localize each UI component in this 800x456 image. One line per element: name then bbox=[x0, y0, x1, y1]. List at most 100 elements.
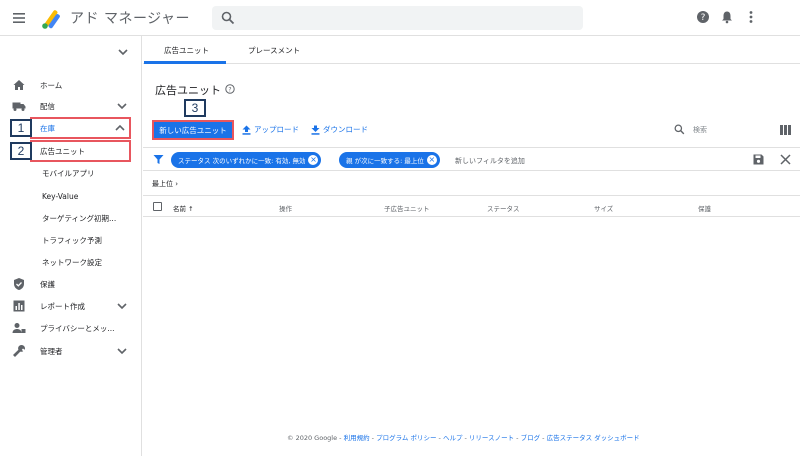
sidebar-item-label: ホーム bbox=[40, 80, 63, 90]
column-header-label: 名前 bbox=[173, 205, 186, 213]
chevron-down-icon bbox=[117, 303, 127, 310]
sidebar-item-inventory[interactable]: 在庫 bbox=[30, 117, 131, 139]
sidebar-item-protections[interactable]: 保護 bbox=[0, 273, 141, 295]
column-header-sizes[interactable]: サイズ bbox=[594, 203, 613, 213]
upload-button[interactable]: アップロード bbox=[242, 124, 299, 135]
sidebar-item-label: レポート作成 bbox=[40, 301, 85, 311]
sidebar-item-label: トラフィック予測 bbox=[42, 235, 102, 245]
sidebar-item-label: Key-Value bbox=[42, 191, 79, 201]
top-bar: アド マネージャー ? bbox=[0, 0, 800, 36]
sidebar-item-label: モバイルアプリ bbox=[42, 168, 95, 178]
sidebar-item-key-value[interactable]: Key-Value bbox=[0, 185, 141, 207]
breadcrumb-item[interactable]: 最上位 bbox=[152, 180, 173, 188]
new-ad-unit-label: 新しい広告ユニット bbox=[159, 125, 227, 135]
table-search-input[interactable]: 検索 bbox=[674, 124, 707, 135]
new-ad-unit-button[interactable]: 新しい広告ユニット bbox=[152, 120, 234, 140]
upload-label: アップロード bbox=[254, 125, 299, 134]
sidebar-item-label: 在庫 bbox=[40, 123, 55, 133]
sidebar-item-label: 保護 bbox=[40, 279, 55, 289]
sidebar-item-mobile-apps[interactable]: モバイルアプリ bbox=[0, 162, 141, 184]
filter-chip-label: 親 が次に一致する: 最上位 bbox=[346, 157, 424, 165]
step-badge-1: 1 bbox=[10, 119, 32, 137]
save-icon[interactable] bbox=[753, 154, 764, 165]
download-icon bbox=[311, 125, 320, 135]
sidebar-item-label: 管理者 bbox=[40, 346, 63, 356]
footer-link-policies[interactable]: プログラム ポリシー bbox=[376, 434, 436, 442]
sidebar-item-ad-units[interactable]: 広告ユニット bbox=[30, 140, 131, 162]
sidebar-item-label: プライバシーとメッ... bbox=[40, 323, 115, 333]
home-icon bbox=[13, 80, 25, 90]
sidebar-item-delivery[interactable]: 配信 bbox=[0, 95, 141, 117]
footer-link-blog[interactable]: ブログ bbox=[521, 434, 541, 442]
tab-ad-units[interactable]: 広告ユニット bbox=[164, 45, 209, 56]
wrench-icon bbox=[13, 345, 25, 357]
filter-icon[interactable] bbox=[153, 154, 164, 165]
breadcrumb-separator: › bbox=[175, 180, 179, 188]
table-header: 名前 ↑ 操作 子広告ユニット ステータス サイズ 保護 bbox=[143, 195, 800, 217]
footer-link-help[interactable]: ヘルプ bbox=[443, 434, 463, 442]
help-outline-icon[interactable]: ? bbox=[225, 84, 235, 94]
filter-chip-label: ステータス 次のいずれかに一致: 有効, 無効 bbox=[178, 157, 306, 165]
column-header-child-units[interactable]: 子広告ユニット bbox=[384, 203, 430, 213]
tab-bar: 広告ユニット プレースメント bbox=[143, 36, 800, 64]
svg-text:?: ? bbox=[228, 86, 231, 93]
step-badge-3: 3 bbox=[184, 99, 206, 117]
app-title: アド マネージャー bbox=[70, 11, 190, 27]
active-tab-indicator bbox=[144, 61, 226, 64]
column-header-name[interactable]: 名前 ↑ bbox=[173, 203, 194, 213]
search-icon bbox=[674, 124, 685, 135]
notifications-icon[interactable] bbox=[720, 10, 734, 24]
footer: © 2020 Google - 利用規約 - プログラム ポリシー - ヘルプ … bbox=[287, 434, 640, 442]
column-header-protections[interactable]: 保護 bbox=[698, 203, 711, 213]
sidebar-item-label: ターゲティング初期... bbox=[42, 213, 117, 223]
download-button[interactable]: ダウンロード bbox=[311, 124, 368, 135]
remove-filter-icon[interactable]: × bbox=[308, 155, 319, 165]
sidebar: ホーム 配信 在庫 1 広告ユニット 2 モバイルアプリ Key-Value タ… bbox=[0, 36, 142, 456]
sidebar-item-reporting[interactable]: レポート作成 bbox=[0, 295, 141, 317]
footer-link-release-notes[interactable]: リリースノート bbox=[469, 434, 514, 442]
privacy-icon bbox=[12, 323, 26, 333]
close-icon[interactable] bbox=[780, 154, 791, 165]
chevron-down-icon bbox=[117, 103, 127, 110]
sidebar-item-label: 配信 bbox=[40, 101, 55, 111]
download-label: ダウンロード bbox=[323, 125, 368, 134]
ad-manager-logo bbox=[42, 10, 60, 29]
tab-placements[interactable]: プレースメント bbox=[248, 45, 300, 56]
sidebar-item-label: ネットワーク設定 bbox=[42, 257, 102, 267]
copyright: © 2020 Google bbox=[287, 434, 338, 442]
sidebar-item-targeting-presets[interactable]: ターゲティング初期... bbox=[0, 207, 141, 229]
sort-arrow-icon: ↑ bbox=[188, 205, 194, 213]
page-title: 広告ユニット bbox=[155, 84, 221, 97]
sidebar-item-network-settings[interactable]: ネットワーク設定 bbox=[0, 251, 141, 273]
bar-chart-icon bbox=[13, 300, 25, 312]
sidebar-item-admin[interactable]: 管理者 bbox=[0, 340, 141, 362]
sidebar-item-privacy-messaging[interactable]: プライバシーとメッ... bbox=[0, 317, 141, 339]
collapse-sidebar-icon[interactable] bbox=[117, 46, 129, 58]
help-icon[interactable]: ? bbox=[696, 10, 710, 24]
shield-icon bbox=[14, 278, 24, 290]
sidebar-item-traffic-forecast[interactable]: トラフィック予測 bbox=[0, 229, 141, 251]
truck-icon bbox=[12, 102, 26, 111]
filter-chip-parent[interactable]: 親 が次に一致する: 最上位 × bbox=[339, 152, 440, 168]
footer-link-terms[interactable]: 利用規約 bbox=[344, 434, 370, 442]
step-badge-2: 2 bbox=[10, 142, 32, 160]
columns-icon[interactable] bbox=[780, 125, 791, 135]
svg-text:?: ? bbox=[701, 13, 706, 23]
filter-bar: ステータス 次のいずれかに一致: 有効, 無効 × 親 が次に一致する: 最上位… bbox=[143, 147, 800, 171]
column-header-status[interactable]: ステータス bbox=[487, 203, 520, 213]
remove-filter-icon[interactable]: × bbox=[426, 155, 437, 165]
sidebar-item-label: 広告ユニット bbox=[40, 146, 85, 156]
breadcrumb[interactable]: 最上位 › bbox=[152, 179, 178, 189]
select-all-checkbox[interactable] bbox=[153, 202, 162, 211]
footer-link-status-dashboard[interactable]: 広告ステータス ダッシュボード bbox=[547, 434, 640, 442]
sidebar-item-home[interactable]: ホーム bbox=[0, 74, 141, 96]
menu-icon[interactable] bbox=[12, 11, 26, 25]
filter-chip-status[interactable]: ステータス 次のいずれかに一致: 有効, 無効 × bbox=[171, 152, 322, 168]
add-filter-input[interactable]: 新しいフィルタを追加 bbox=[455, 156, 525, 166]
global-search-input[interactable] bbox=[212, 6, 583, 30]
more-options-icon[interactable] bbox=[744, 10, 758, 24]
chevron-down-icon bbox=[117, 348, 127, 355]
column-header-actions[interactable]: 操作 bbox=[279, 203, 292, 213]
search-icon bbox=[221, 11, 235, 25]
search-placeholder: 検索 bbox=[693, 125, 707, 134]
